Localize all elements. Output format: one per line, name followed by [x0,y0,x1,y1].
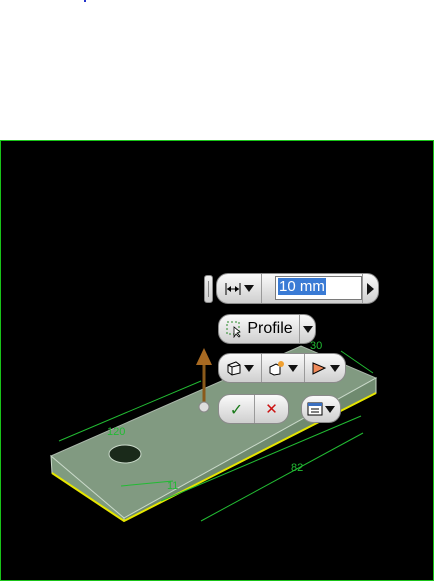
chevron-down-icon [325,405,335,413]
distance-expand-button[interactable] [362,274,378,303]
distance-icon [225,282,241,295]
profile-dropdown[interactable] [299,315,315,343]
confirm-row: ✓ ✕ [218,394,289,424]
ok-button[interactable]: ✓ [219,395,254,423]
chevron-down-icon [244,285,254,292]
check-icon: ✓ [229,399,244,419]
top-marker-dot [84,0,86,2]
graphics-viewport[interactable]: 120 30 82 11 [0,140,434,581]
dim-hole-offset[interactable]: 82 [291,462,303,474]
extrude-arrow-head [196,348,212,365]
distance-input[interactable]: 10 mm [275,276,362,300]
chevron-down-icon [288,364,298,372]
direction-dropdown[interactable] [304,354,345,382]
dialog-icon [307,402,323,416]
part-preview: 120 30 82 11 [50,340,378,523]
more-options-button[interactable] [301,395,341,423]
join-operation-icon [269,361,284,376]
output-dropdown[interactable] [219,354,261,382]
chevron-down-icon [302,325,313,333]
dim-length[interactable]: 120 [107,426,125,438]
dim-hole[interactable]: 11 [167,480,178,492]
chevron-right-icon [367,282,374,295]
direction-icon [312,362,327,375]
solid-output-icon [227,361,241,376]
chevron-down-icon [244,364,254,372]
cancel-button[interactable]: ✕ [254,395,288,423]
extrude-manipulator [198,401,210,413]
profile-select-icon [226,321,242,338]
operation-dropdown[interactable] [261,354,304,382]
hole [108,444,142,464]
profile-label: Profile [247,320,293,337]
chevron-down-icon [330,364,340,372]
extrude-options-row [218,353,346,383]
minitoolbar-grip[interactable] [204,275,213,303]
distance-mode-dropdown[interactable] [217,274,261,303]
close-icon: ✕ [265,400,278,418]
profile-selector[interactable]: Profile [218,314,316,344]
